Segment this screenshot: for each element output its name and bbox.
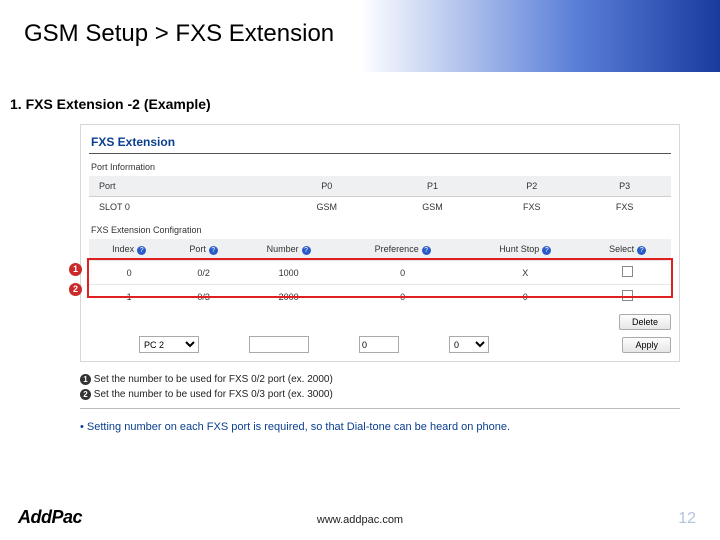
port-cell-0: GSM	[274, 197, 380, 218]
cell-hunt: X	[466, 261, 584, 285]
cell-pref: 0	[339, 261, 466, 285]
help-icon[interactable]: ?	[637, 246, 646, 255]
port-col-p2: P2	[485, 176, 578, 197]
annotation-2-icon: 2	[69, 283, 82, 296]
port-cell-3: FXS	[578, 197, 671, 218]
apply-button[interactable]: Apply	[622, 337, 671, 353]
help-icon[interactable]: ?	[542, 246, 551, 255]
help-icon[interactable]: ?	[209, 246, 218, 255]
notes-block: 1 Set the number to be used for FXS 0/2 …	[80, 372, 680, 436]
cell-port: 0/2	[169, 261, 238, 285]
note-1: Set the number to be used for FXS 0/2 po…	[94, 374, 333, 385]
port-info-table: Port P0 P1 P2 P3 SLOT 0 GSM GSM FXS FXS	[89, 176, 671, 217]
cell-index: 1	[89, 285, 169, 309]
help-icon[interactable]: ?	[302, 246, 311, 255]
footer-url: www.addpac.com	[0, 514, 720, 526]
cell-number: 1000	[238, 261, 339, 285]
slide-header: GSM Setup > FXS Extension	[0, 0, 720, 72]
config-label: FXS Extension Configration	[91, 225, 671, 235]
note-num-1-icon: 1	[80, 374, 91, 385]
cfg-h-select: Select?	[584, 239, 671, 261]
cell-select[interactable]	[584, 261, 671, 285]
add-row-controls: PC 2 0 Apply	[89, 336, 671, 353]
delete-button[interactable]: Delete	[619, 314, 671, 330]
note-num-2-icon: 2	[80, 389, 91, 400]
port-cell-2: FXS	[485, 197, 578, 218]
cfg-h-hunt: Hunt Stop?	[466, 239, 584, 261]
cell-index: 0	[89, 261, 169, 285]
cell-number: 2000	[238, 285, 339, 309]
divider	[80, 408, 680, 409]
help-icon[interactable]: ?	[422, 246, 431, 255]
port-row-label: SLOT 0	[89, 197, 274, 218]
table-row[interactable]: 0 0/2 1000 0 X	[89, 261, 671, 285]
cell-port: 0/3	[169, 285, 238, 309]
cell-select[interactable]	[584, 285, 671, 309]
cfg-h-pref: Preference?	[339, 239, 466, 261]
port-select[interactable]: PC 2	[139, 336, 199, 353]
port-col-p0: P0	[274, 176, 380, 197]
port-col-p3: P3	[578, 176, 671, 197]
section-title: 1. FXS Extension -2 (Example)	[10, 96, 720, 112]
port-cell-1: GSM	[380, 197, 486, 218]
hunt-select[interactable]: 0	[449, 336, 489, 353]
help-icon[interactable]: ?	[137, 246, 146, 255]
fxs-config-table: Index? Port? Number? Preference? Hunt St…	[89, 239, 671, 308]
cfg-h-index: Index?	[89, 239, 169, 261]
cell-hunt: 0	[466, 285, 584, 309]
number-input[interactable]	[249, 336, 309, 353]
port-info-label: Port Information	[91, 162, 671, 172]
pref-input[interactable]	[359, 336, 399, 353]
note-bullet: • Setting number on each FXS port is req…	[80, 419, 680, 436]
cfg-h-port: Port?	[169, 239, 238, 261]
annotation-1-icon: 1	[69, 263, 82, 276]
port-col-blank: Port	[89, 176, 274, 197]
table-row[interactable]: 1 0/3 2000 0 0	[89, 285, 671, 309]
config-panel: FXS Extension Port Information Port P0 P…	[80, 124, 680, 362]
checkbox-icon[interactable]	[622, 266, 633, 277]
panel-heading: FXS Extension	[89, 133, 671, 154]
cell-pref: 0	[339, 285, 466, 309]
checkbox-icon[interactable]	[622, 290, 633, 301]
port-col-p1: P1	[380, 176, 486, 197]
note-2: Set the number to be used for FXS 0/3 po…	[94, 389, 333, 400]
page-number: 12	[678, 510, 696, 528]
page-title: GSM Setup > FXS Extension	[24, 20, 720, 48]
cfg-h-number: Number?	[238, 239, 339, 261]
